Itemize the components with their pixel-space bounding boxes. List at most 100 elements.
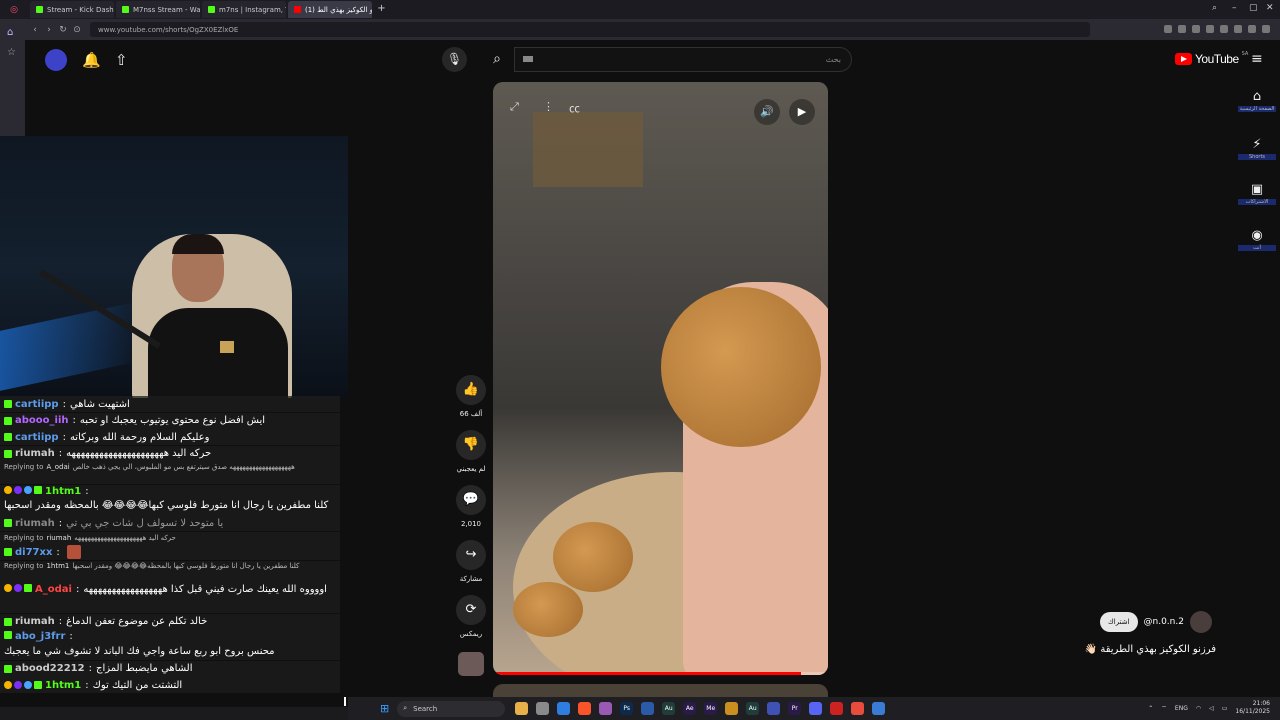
back-icon[interactable]: ‹: [28, 25, 42, 35]
taskbar-app-icon[interactable]: Pr: [788, 702, 802, 715]
chat-username[interactable]: 1htm1: [45, 486, 81, 497]
windows-start-icon[interactable]: ⊞: [380, 702, 389, 715]
reply-user[interactable]: riumah: [46, 534, 71, 542]
extension-icon[interactable]: [1164, 25, 1172, 33]
subscribe-button[interactable]: اشتراك: [1100, 612, 1138, 632]
extension-icon[interactable]: [1262, 25, 1270, 33]
video-progress[interactable]: [493, 672, 828, 675]
fullscreen-icon[interactable]: ⤢: [510, 100, 519, 114]
chat-username[interactable]: 1htm1: [45, 680, 81, 691]
browser-tab[interactable]: Stream - Kick Dashboard: [30, 1, 114, 18]
extension-icon[interactable]: [1192, 25, 1200, 33]
dislike-button[interactable]: 👎 لم يعجبني: [455, 430, 487, 473]
taskbar-app-icon[interactable]: [851, 702, 865, 715]
taskbar-app-icon[interactable]: [536, 702, 550, 715]
extension-icon[interactable]: [1220, 25, 1228, 33]
reply-user[interactable]: A_odai: [46, 463, 69, 471]
speaker-icon[interactable]: ◁: [1209, 705, 1214, 712]
taskbar-app-icon[interactable]: Me: [704, 702, 718, 715]
taskbar-app-icon[interactable]: Ps: [620, 702, 634, 715]
shorts-player[interactable]: ⤢ ⋮ ㏄ 🔊 ▶: [493, 82, 828, 675]
upload-icon[interactable]: ⇧: [115, 51, 128, 69]
nav-item-subscriptions[interactable]: ▣ الاشتراكات: [1238, 182, 1276, 205]
chat-username[interactable]: cartiipp: [15, 432, 59, 443]
youtube-logo[interactable]: YouTube SA: [1175, 51, 1248, 66]
taskbar-app-icon[interactable]: [872, 702, 886, 715]
hamburger-menu-icon[interactable]: ≡: [1251, 51, 1263, 67]
taskbar-search[interactable]: ⌕ Search: [397, 700, 506, 717]
home-icon[interactable]: ⌂: [7, 27, 13, 38]
extension-icon[interactable]: [1248, 25, 1256, 33]
search-input[interactable]: بحث: [514, 47, 852, 72]
remix-button[interactable]: ⟳ ريمكس: [455, 595, 487, 638]
browser-tab[interactable]: m7ns | Instagram, TikTok |: [202, 1, 286, 18]
tray-chevron-icon[interactable]: ⌃: [1148, 705, 1153, 712]
taskbar-app-icon[interactable]: Au: [662, 702, 676, 715]
taskbar-app-icon[interactable]: [767, 702, 781, 715]
clock[interactable]: 21:06 16/11/2025: [1235, 700, 1270, 716]
chat-reply-line: Replying to 1htm1 كلنا مطفرين يا رجال انا …: [0, 560, 340, 583]
search-button[interactable]: ⌕: [480, 47, 514, 72]
comment-button[interactable]: 💬 2,010: [455, 485, 487, 528]
extension-icon[interactable]: [1234, 25, 1242, 33]
language-indicator[interactable]: ENG: [1175, 705, 1188, 712]
taskbar-app-icon[interactable]: [557, 702, 571, 715]
maximize-icon[interactable]: ▢: [1249, 3, 1258, 13]
forward-icon[interactable]: ›: [42, 25, 56, 35]
chat-username[interactable]: riumah: [15, 518, 55, 529]
remix-icon: ⟳: [456, 595, 486, 625]
taskbar-app-icon[interactable]: [578, 702, 592, 715]
taskbar-app-icon[interactable]: [599, 702, 613, 715]
favorites-icon[interactable]: ☆: [7, 47, 16, 58]
network-icon[interactable]: ⌔: [1161, 704, 1167, 712]
play-button[interactable]: ▶: [789, 99, 815, 125]
captions-icon[interactable]: ㏄: [569, 100, 580, 116]
channel-avatar[interactable]: [1189, 611, 1212, 633]
sound-thumbnail[interactable]: [458, 652, 484, 676]
account-avatar[interactable]: [45, 49, 67, 71]
chat-username[interactable]: riumah: [15, 448, 55, 459]
taskbar-app-icon[interactable]: [809, 702, 823, 715]
video-title[interactable]: فرزنو الكوكيز بهذي الطريقة 👋🏻: [1082, 644, 1216, 655]
nav-item-home[interactable]: ⌂ الصفحة الرئيسية: [1238, 89, 1276, 112]
tab-label: M7nss Stream - Watch Li: [133, 5, 200, 14]
wifi-icon[interactable]: ◠: [1196, 705, 1201, 712]
like-button[interactable]: 👍 66 ألف: [455, 375, 487, 418]
taskbar-app-icon[interactable]: [515, 702, 529, 715]
taskbar-app-icon[interactable]: [830, 702, 844, 715]
battery-icon[interactable]: ▭: [1222, 705, 1228, 712]
taskbar-app-icon[interactable]: Ae: [683, 702, 697, 715]
share-button[interactable]: ↪ مشاركة: [455, 540, 487, 583]
nav-item-profile[interactable]: ◉ أنت: [1238, 228, 1276, 251]
site-info-icon[interactable]: ⊙: [70, 25, 84, 35]
reload-icon[interactable]: ↻: [56, 25, 70, 35]
nav-item-shorts[interactable]: ⚡ Shorts: [1238, 137, 1276, 160]
voice-search-button[interactable]: 🎙: [442, 47, 467, 72]
browser-tab[interactable]: M7nss Stream - Watch Li: [116, 1, 200, 18]
extension-icon[interactable]: [1206, 25, 1214, 33]
chat-username[interactable]: abo_j3frr: [15, 631, 65, 642]
notifications-icon[interactable]: 🔔: [82, 51, 101, 69]
search-icon[interactable]: ⌕: [1212, 3, 1217, 13]
taskbar-app-icon[interactable]: Au: [746, 702, 760, 715]
chat-username[interactable]: cartiipp: [15, 399, 59, 410]
chat-username[interactable]: abood22212: [15, 663, 85, 674]
new-tab-button[interactable]: +: [376, 4, 387, 15]
taskbar-app-icon[interactable]: [641, 702, 655, 715]
minimize-icon[interactable]: –: [1232, 3, 1237, 13]
chat-scrollbar[interactable]: [344, 697, 346, 706]
reply-user[interactable]: 1htm1: [46, 562, 69, 570]
chat-username[interactable]: A_odai: [35, 584, 72, 595]
chat-username[interactable]: riumah: [15, 616, 55, 627]
taskbar-app-icon[interactable]: [725, 702, 739, 715]
browser-tab[interactable]: (1) فرزنو الكوكيز بهذي الط: [288, 1, 372, 18]
volume-button[interactable]: 🔊: [754, 99, 780, 125]
chat-username[interactable]: abooo_iih: [15, 415, 69, 426]
channel-name[interactable]: @n.0.n.2: [1144, 617, 1184, 627]
more-options-icon[interactable]: ⋮: [543, 100, 554, 113]
chat-username[interactable]: di77xx: [15, 547, 52, 558]
chat-message: A_odai: اووووه الله يعينك صارت فيني قبل ك…: [0, 583, 340, 613]
close-icon[interactable]: ✕: [1266, 3, 1274, 13]
extension-icon[interactable]: [1178, 25, 1186, 33]
url-field[interactable]: www.youtube.com/shorts/OgZX0EZlxOE: [90, 22, 1090, 37]
